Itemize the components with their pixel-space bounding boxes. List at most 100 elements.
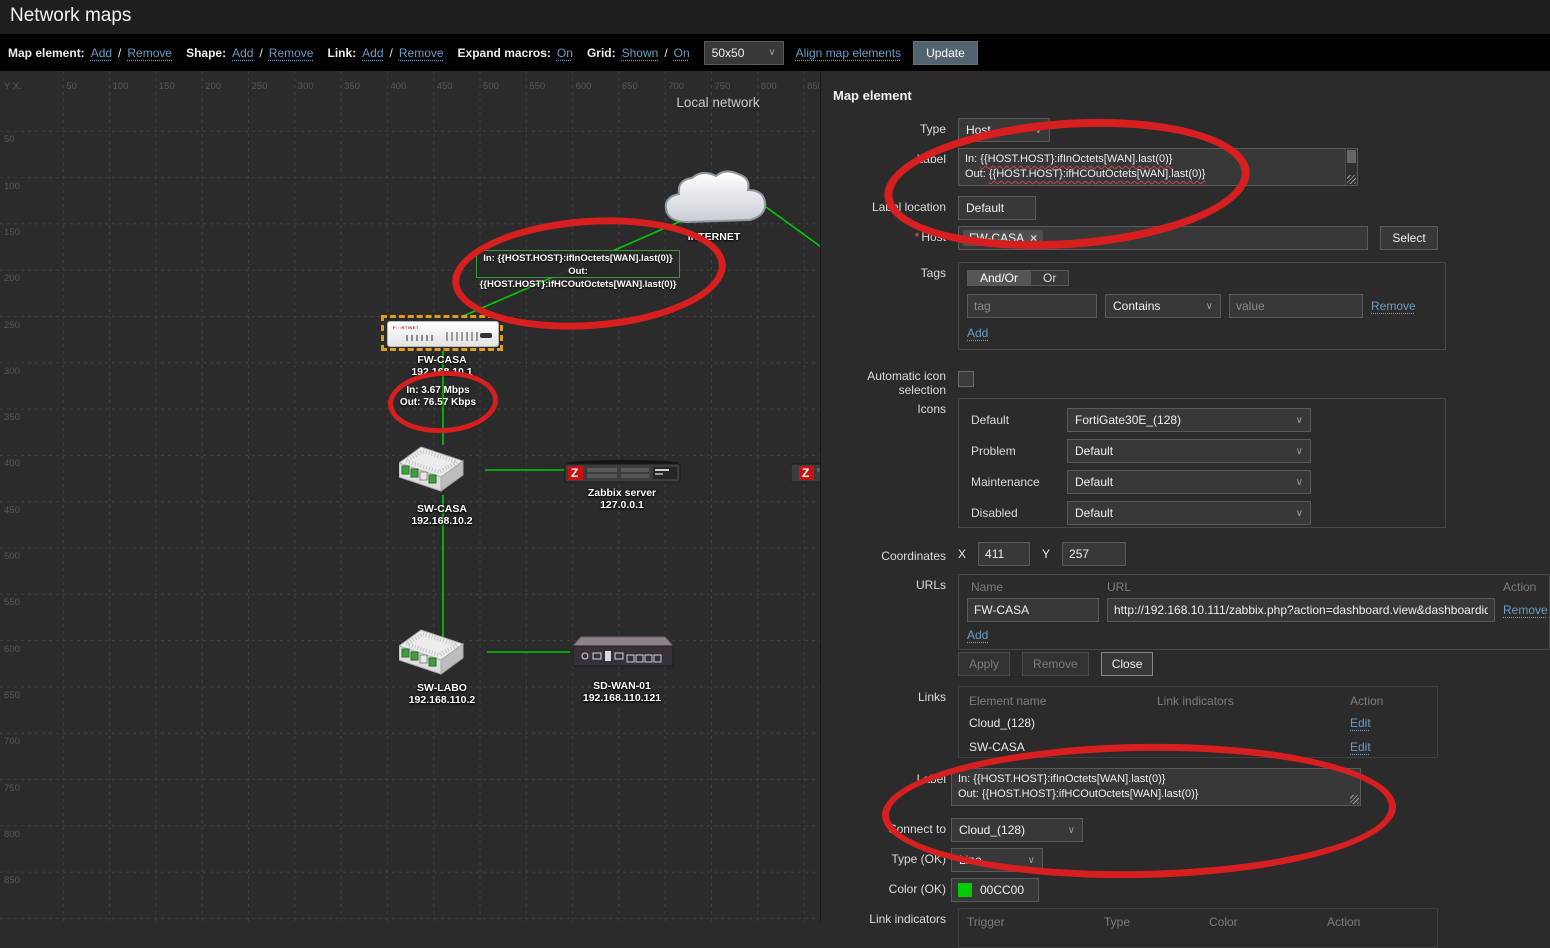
urls-action-header: Action (1503, 580, 1536, 594)
svg-text:Z: Z (802, 466, 809, 480)
align-map-elements-link[interactable]: Align map elements (796, 46, 901, 60)
swlabo-node[interactable] (399, 628, 487, 681)
tag-remove-link[interactable]: Remove (1371, 299, 1416, 313)
url-name-input[interactable] (967, 598, 1099, 622)
tags-andor-button[interactable]: And/Or (967, 270, 1030, 286)
link-indicators-label: Link indicators (821, 908, 946, 926)
tags-label: Tags (821, 262, 946, 280)
grid-on-link[interactable]: On (674, 46, 690, 60)
connect-to-value: Cloud_(128) (959, 823, 1025, 837)
icon-disabled-select[interactable]: Default ∨ (1067, 501, 1311, 525)
form-buttons-row: Apply Remove Close (821, 652, 1550, 676)
node-name: SW-LABO (382, 682, 502, 694)
icon-row-maintenance: Maintenance Default ∨ (971, 470, 1433, 494)
icon-maintenance-select[interactable]: Default ∨ (1067, 470, 1311, 494)
label-textarea[interactable]: In: {{HOST.HOST}:ifInOctets[WAN].last(0)… (958, 148, 1358, 186)
remove-host-icon[interactable]: × (1030, 231, 1037, 245)
sdwan-node[interactable] (569, 633, 677, 678)
map-link-label-line2: Out: {{HOST.HOST}:ifHCOutOctets[WAN].las… (477, 265, 679, 291)
apply-button[interactable]: Apply (958, 652, 1010, 676)
internet-cloud-icon[interactable] (658, 168, 770, 235)
icon-default-select[interactable]: FortiGate30E_(128) ∨ (1067, 408, 1311, 432)
separator: / (118, 46, 121, 60)
tag-input[interactable] (967, 294, 1097, 318)
urls-name-header: Name (971, 580, 1003, 594)
node-ip: 192.168.10.2 (382, 515, 502, 527)
tag-add-link[interactable]: Add (967, 326, 988, 340)
link-edit-swcasa[interactable]: Edit (1350, 740, 1427, 754)
node-ip: 192.168.110.121 (562, 692, 682, 704)
icon-row-problem: Problem Default ∨ (971, 439, 1433, 463)
page-title: Network maps (10, 5, 131, 27)
host-select-button[interactable]: Select (1380, 226, 1438, 250)
tag-operator-select[interactable]: Contains ∨ (1105, 294, 1221, 318)
remove-button[interactable]: Remove (1022, 652, 1089, 676)
host-multiselect[interactable]: FW-CASA × (958, 226, 1368, 250)
auto-icon-checkbox[interactable] (958, 371, 974, 387)
label-location-select[interactable]: Default (958, 196, 1036, 220)
coordinates-row: Coordinates X Y (821, 542, 1550, 566)
zabbix-proxy-icon-partial[interactable]: Z (791, 460, 820, 491)
panel-title: Map element (833, 88, 912, 103)
link-label-textarea[interactable]: In: {{HOST.HOST}:ifInOctets[WAN].last(0)… (951, 768, 1361, 806)
auto-icon-row: Automatic icon selection (821, 368, 1550, 397)
map-element-remove-link[interactable]: Remove (127, 46, 172, 60)
link-add-link[interactable]: Add (362, 46, 383, 60)
type-ok-select[interactable]: Line ∨ (951, 848, 1043, 872)
link-indicators-box: Trigger Type Color Action (958, 908, 1438, 948)
url-add-link[interactable]: Add (967, 628, 988, 642)
shape-add-link[interactable]: Add (232, 46, 253, 60)
link-edit-cloud[interactable]: Edit (1350, 716, 1427, 730)
url-input[interactable] (1107, 598, 1495, 622)
urls-row: URLs Name URL Action Remove Add (821, 574, 1550, 650)
auto-icon-label: Automatic icon selection (821, 368, 946, 397)
label-location-row: Label location Default (821, 196, 1550, 220)
coordinate-x-input[interactable] (978, 542, 1030, 566)
color-swatch[interactable] (958, 883, 972, 897)
close-button[interactable]: Close (1101, 652, 1154, 676)
node-label-sdwan: SD-WAN-01 192.168.110.121 (562, 680, 682, 704)
coordinate-y-input[interactable] (1062, 542, 1126, 566)
url-remove-link[interactable]: Remove (1503, 603, 1548, 617)
required-asterisk: * (915, 230, 920, 244)
link-cloud-east[interactable] (766, 207, 820, 249)
shape-remove-link[interactable]: Remove (269, 46, 314, 60)
tag-operator-value: Contains (1113, 299, 1160, 313)
tag-value-input[interactable] (1229, 294, 1363, 318)
network-map-canvas[interactable]: Y X. Local network INTERNET In: {{HOST.H… (0, 71, 820, 921)
node-label-swlabo: SW-LABO 192.168.110.2 (382, 682, 502, 706)
tags-or-button[interactable]: Or (1030, 270, 1069, 286)
chevron-down-icon: ∨ (1296, 415, 1303, 426)
node-label-zabbix-server: Zabbix server 127.0.0.1 (562, 487, 682, 511)
resize-grip-icon[interactable] (1350, 795, 1359, 804)
node-label-internet: INTERNET (664, 231, 764, 243)
chevron-down-icon: ∨ (1035, 125, 1042, 136)
map-element-add-link[interactable]: Add (91, 46, 112, 60)
fwcasa-node-selected[interactable]: F:::RTINET (381, 315, 503, 351)
icon-problem-select[interactable]: Default ∨ (1067, 439, 1311, 463)
indicators-color-header: Color (1209, 915, 1327, 929)
resize-grip-icon[interactable] (1347, 175, 1356, 184)
toolbar-map-element-label: Map element: (8, 46, 85, 60)
expand-macros-on-link[interactable]: On (557, 46, 573, 60)
map-link-label-box: In: {{HOST.HOST}:ifInOctets[WAN].last(0)… (476, 250, 680, 278)
chevron-down-icon: ∨ (1206, 301, 1213, 312)
type-ok-label: Type (OK) (821, 848, 946, 866)
chevron-down-icon: ∨ (1296, 446, 1303, 457)
type-select[interactable]: Host ∨ (958, 118, 1050, 142)
swcasa-node[interactable] (399, 445, 485, 498)
update-button[interactable]: Update (913, 41, 978, 65)
grid-shown-link[interactable]: Shown (622, 46, 659, 60)
link-row-cloud: Cloud_(128) Edit (969, 711, 1427, 735)
connect-to-select[interactable]: Cloud_(128) ∨ (951, 818, 1083, 842)
host-chip[interactable]: FW-CASA × (963, 230, 1043, 246)
svg-text:Z: Z (571, 466, 578, 480)
links-action-header: Action (1350, 694, 1427, 708)
color-ok-input[interactable]: 00CC00 (951, 878, 1039, 902)
chevron-down-icon: ∨ (1028, 855, 1035, 866)
type-value: Host (966, 123, 991, 137)
spacer (821, 652, 946, 656)
toolbar-shape-label: Shape: (186, 46, 226, 60)
link-remove-link[interactable]: Remove (399, 46, 444, 60)
grid-size-select[interactable]: 50x50 ∨ (704, 41, 784, 65)
